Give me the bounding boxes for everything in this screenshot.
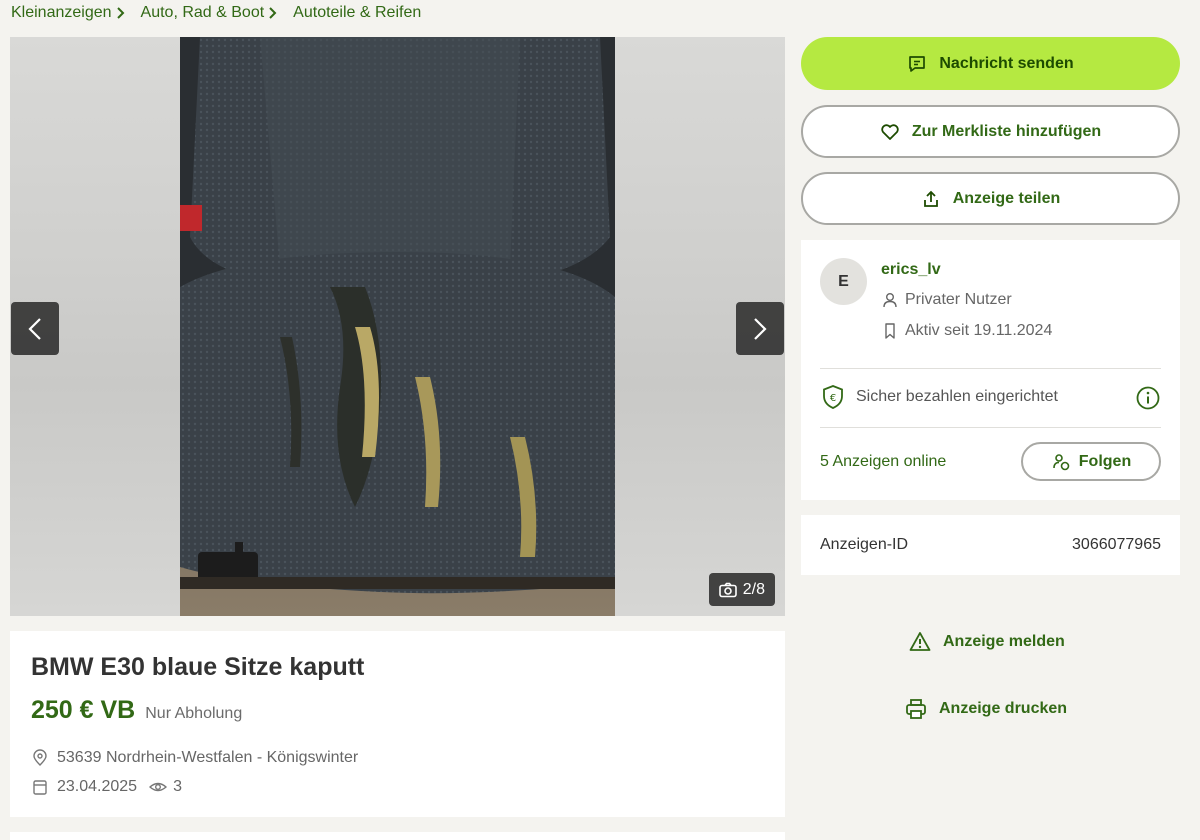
shield-euro-icon: € <box>823 385 843 409</box>
chevron-left-icon <box>28 317 41 340</box>
ad-id-value: 3066077965 <box>1072 536 1161 553</box>
ad-id-card: Anzeigen-ID 3066077965 <box>801 515 1180 575</box>
views-count: 3 <box>173 778 182 795</box>
price-row: 250 € VB Nur Abholung <box>31 696 242 725</box>
add-to-watchlist-label: Zur Merkliste hinzufügen <box>911 122 1102 140</box>
eye-icon <box>149 782 168 792</box>
ad-date: 23.04.2025 <box>57 778 138 795</box>
secure-payment-row: € Sicher bezahlen eingerichtet <box>820 384 1058 410</box>
breadcrumb-label: Autoteile & Reifen <box>293 4 422 21</box>
breadcrumb-label: Auto, Rad & Boot <box>140 4 265 21</box>
follow-label: Folgen <box>1078 452 1132 470</box>
user-icon <box>883 293 897 308</box>
ad-title: BMW E30 blaue Sitze kaputt <box>31 653 365 681</box>
ads-online-link[interactable]: 5 Anzeigen online <box>820 453 946 471</box>
camera-icon <box>718 582 737 597</box>
printer-icon <box>906 699 926 719</box>
print-ad-link[interactable]: Anzeige drucken <box>905 698 1067 720</box>
location-row: 53639 Nordrhein-Westfalen - Königswinter <box>31 749 358 767</box>
breadcrumb: Kleinanzeigen Auto, Rad & Boot Autoteile… <box>11 3 421 23</box>
breadcrumb-item-kleinanzeigen[interactable]: Kleinanzeigen <box>11 4 125 22</box>
ad-location: 53639 Nordrhein-Westfalen - Königswinter <box>57 749 359 766</box>
seller-card: E erics_lv Privater Nutzer Aktiv seit 19… <box>801 240 1180 500</box>
message-icon <box>909 55 926 72</box>
date-row: 23.04.2025 3 <box>31 778 182 796</box>
share-ad-label: Anzeige teilen <box>952 189 1061 207</box>
share-icon <box>923 190 938 207</box>
bookmark-icon <box>885 323 895 339</box>
print-ad-label: Anzeige drucken <box>939 700 1068 717</box>
breadcrumb-item-auto-rad-boot[interactable]: Auto, Rad & Boot <box>141 4 278 22</box>
seller-name[interactable]: erics_lv <box>881 261 941 279</box>
seller-type-row: Privater Nutzer <box>881 291 1012 309</box>
info-icon[interactable] <box>1135 385 1161 411</box>
add-to-watchlist-button[interactable]: Zur Merkliste hinzufügen <box>801 105 1180 158</box>
gallery-counter: 2/8 <box>708 573 775 606</box>
calendar-icon <box>33 780 47 795</box>
gallery-prev-button[interactable] <box>11 302 59 355</box>
seller-since: Aktiv seit 19.11.2024 <box>905 322 1053 339</box>
listing-photo[interactable] <box>180 37 615 616</box>
follow-button[interactable]: Folgen <box>1021 442 1161 481</box>
follow-user-icon <box>1052 453 1070 470</box>
chevron-right-icon <box>754 317 767 340</box>
secure-payment-label: Sicher bezahlen eingerichtet <box>856 388 1058 405</box>
avatar[interactable]: E <box>820 258 867 305</box>
report-ad-link[interactable]: Anzeige melden <box>909 631 1065 653</box>
send-message-button[interactable]: Nachricht senden <box>801 37 1180 90</box>
divider <box>820 427 1161 428</box>
ad-details-card: BMW E30 blaue Sitze kaputt 250 € VB Nur … <box>10 631 785 817</box>
breadcrumb-label: Kleinanzeigen <box>11 4 112 21</box>
seller-type: Privater Nutzer <box>905 291 1012 308</box>
location-pin-icon <box>33 749 47 766</box>
image-gallery[interactable]: 2/8 <box>10 37 785 616</box>
divider <box>820 368 1161 369</box>
share-ad-button[interactable]: Anzeige teilen <box>801 172 1180 225</box>
report-ad-label: Anzeige melden <box>943 633 1065 650</box>
next-card-edge <box>10 832 785 840</box>
gallery-counter-text: 2/8 <box>742 580 765 598</box>
heart-icon <box>881 123 899 140</box>
ad-price: 250 € VB <box>31 696 136 724</box>
views-counter: 3 <box>149 778 182 796</box>
svg-text:€: € <box>830 393 836 404</box>
breadcrumb-item-autoteile-reifen[interactable]: Autoteile & Reifen <box>293 4 421 22</box>
shipping-info: Nur Abholung <box>145 705 243 722</box>
chevron-right-icon <box>116 7 124 19</box>
gallery-next-button[interactable] <box>736 302 784 355</box>
seller-since-row: Aktiv seit 19.11.2024 <box>881 322 1052 340</box>
chevron-right-icon <box>269 7 277 19</box>
send-message-label: Nachricht senden <box>939 54 1074 72</box>
warning-icon <box>909 632 931 651</box>
ad-id-label: Anzeigen-ID <box>820 536 909 553</box>
